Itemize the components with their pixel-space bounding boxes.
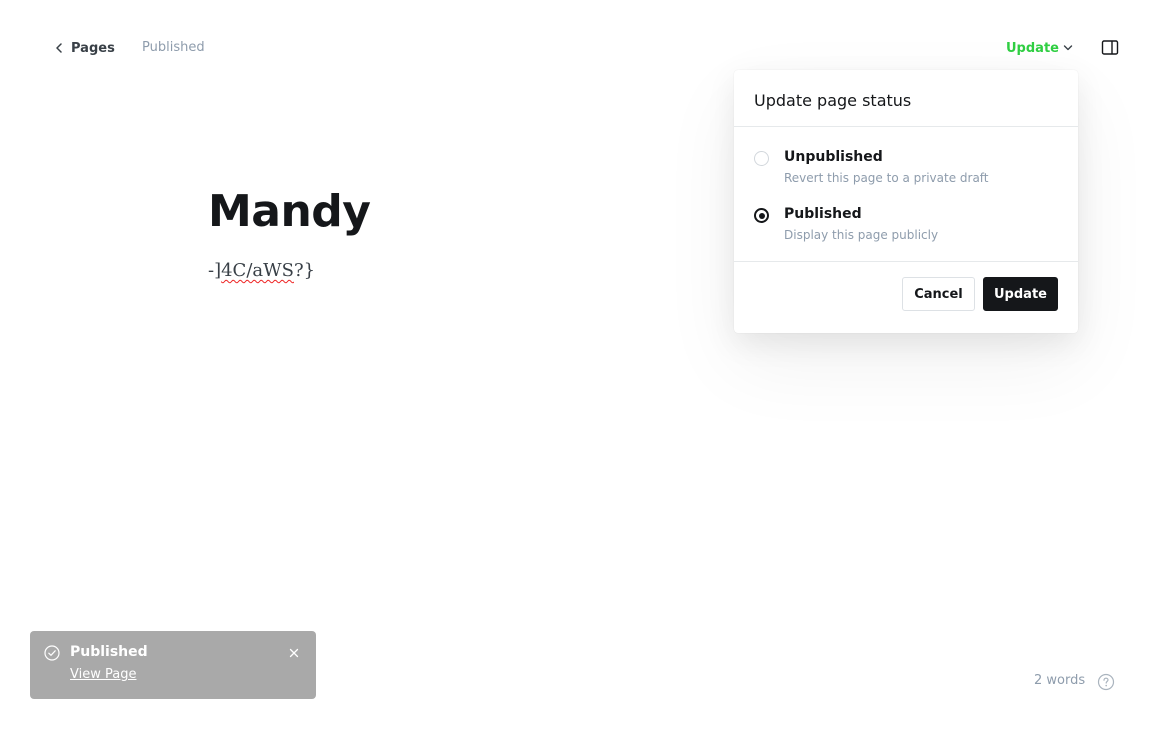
popover-title: Update page status: [754, 91, 912, 110]
option-label: Published: [784, 206, 862, 222]
option-description: Revert this page to a private draft: [784, 171, 989, 185]
post-status: Published: [142, 40, 205, 55]
check-circle-icon: [44, 645, 60, 661]
cancel-button[interactable]: Cancel: [902, 277, 975, 311]
published-notification: Published View Page: [30, 631, 316, 699]
sidebar-toggle-icon[interactable]: [1101, 39, 1119, 57]
radio-unpublished[interactable]: [754, 151, 769, 166]
option-label: Unpublished: [784, 149, 883, 165]
option-description: Display this page publicly: [784, 228, 939, 242]
editor-page: Pages Published Update Mandy -]4C/aWS?} …: [0, 0, 1156, 729]
chevron-down-icon: [1063, 45, 1073, 51]
update-status-popover: Update page status Unpublished Revert th…: [734, 70, 1078, 333]
update-button[interactable]: Update: [983, 277, 1058, 311]
divider: [734, 126, 1078, 127]
post-title[interactable]: Mandy: [208, 182, 371, 242]
back-to-pages-link[interactable]: Pages: [55, 38, 115, 58]
divider: [734, 261, 1078, 262]
option-published[interactable]: Published Display this page publicly: [754, 204, 1054, 248]
chevron-left-icon: [56, 43, 62, 53]
word-count: 2 words: [1034, 673, 1086, 688]
close-icon[interactable]: [288, 647, 300, 659]
question-circle-icon[interactable]: [1097, 673, 1115, 691]
option-unpublished[interactable]: Unpublished Revert this page to a privat…: [754, 147, 1054, 191]
update-dropdown-trigger[interactable]: Update: [1006, 39, 1073, 57]
post-body[interactable]: -]4C/aWS?}: [208, 258, 315, 284]
notification-title: Published: [70, 644, 148, 660]
body-text-prefix: -]: [208, 260, 222, 281]
view-page-link[interactable]: View Page: [70, 667, 136, 682]
radio-published[interactable]: [754, 208, 769, 223]
back-link-label: Pages: [71, 40, 115, 56]
body-text-suffix: ?}: [293, 260, 316, 281]
update-trigger-label: Update: [1006, 40, 1059, 56]
body-text-misspelled-word: 4C/aWS: [221, 260, 294, 281]
